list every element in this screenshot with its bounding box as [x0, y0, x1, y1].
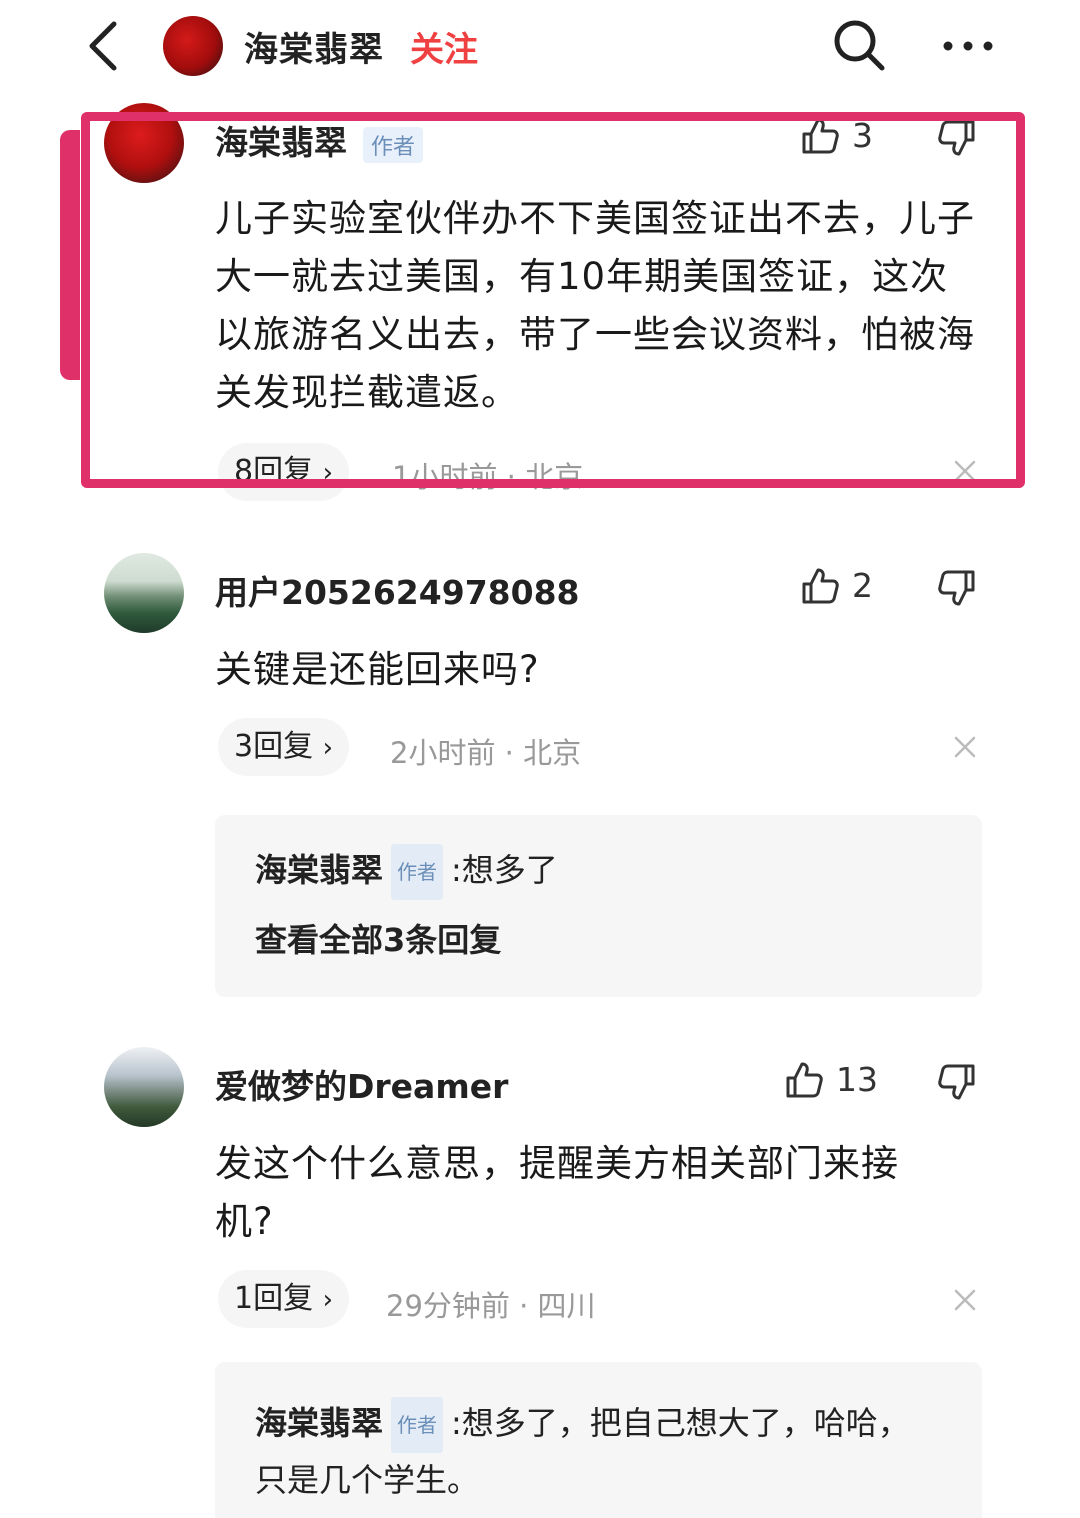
highlight-tab	[60, 130, 80, 380]
author-badge: 作者	[391, 844, 444, 900]
sub-reply-colon: :	[451, 1404, 462, 1442]
sub-reply: 海棠翡翠 作者:想多了	[255, 843, 558, 900]
sub-reply: 海棠翡翠 作者:想多了，把自己想大了，哈哈，只是几个学生。	[255, 1396, 915, 1507]
thumbs-up-icon[interactable]	[784, 1060, 824, 1100]
author-badge: 作者	[391, 1397, 444, 1453]
close-icon[interactable]	[953, 735, 977, 759]
avatar[interactable]	[104, 1047, 184, 1127]
thumbs-up-icon[interactable]	[800, 566, 840, 606]
comment-username[interactable]: 用户2052624978088	[215, 566, 580, 614]
thumbs-down-icon[interactable]	[937, 568, 977, 608]
replies-button[interactable]: 1回复 ›	[218, 1270, 350, 1328]
replies-label: 1回复	[234, 1281, 314, 1316]
like-count: 2	[852, 566, 873, 605]
highlight-frame	[81, 112, 1025, 488]
avatar[interactable]	[104, 553, 184, 633]
comment-text: 发这个什么意思，提醒美方相关部门来接机?	[215, 1142, 899, 1243]
sub-reply-box[interactable]: 海棠翡翠 作者:想多了，把自己想大了，哈哈，只是几个学生。	[215, 1362, 982, 1518]
sub-reply-colon: :	[451, 851, 462, 889]
replies-button[interactable]: 3回复 ›	[218, 718, 350, 776]
comment-meta: 29分钟前 · 四川	[386, 1289, 596, 1323]
replies-label: 3回复	[234, 729, 314, 764]
chevron-right-icon: ›	[322, 733, 334, 763]
view-all-replies-link[interactable]: 查看全部3条回复	[255, 915, 501, 961]
like-count: 13	[836, 1060, 878, 1099]
sub-reply-box[interactable]: 海棠翡翠 作者:想多了 查看全部3条回复	[215, 815, 982, 997]
comment-username[interactable]: 爱做梦的Dreamer	[215, 1060, 508, 1108]
thumbs-down-icon[interactable]	[937, 1062, 977, 1102]
sub-reply-author[interactable]: 海棠翡翠	[255, 851, 383, 889]
close-icon[interactable]	[953, 1288, 977, 1312]
chevron-right-icon: ›	[322, 1285, 334, 1315]
comment-text: 关键是还能回来吗?	[215, 648, 540, 691]
sub-reply-text: 想多了	[461, 851, 558, 889]
sub-reply-author[interactable]: 海棠翡翠	[255, 1404, 383, 1442]
comment-meta: 2小时前 · 北京	[390, 736, 582, 770]
